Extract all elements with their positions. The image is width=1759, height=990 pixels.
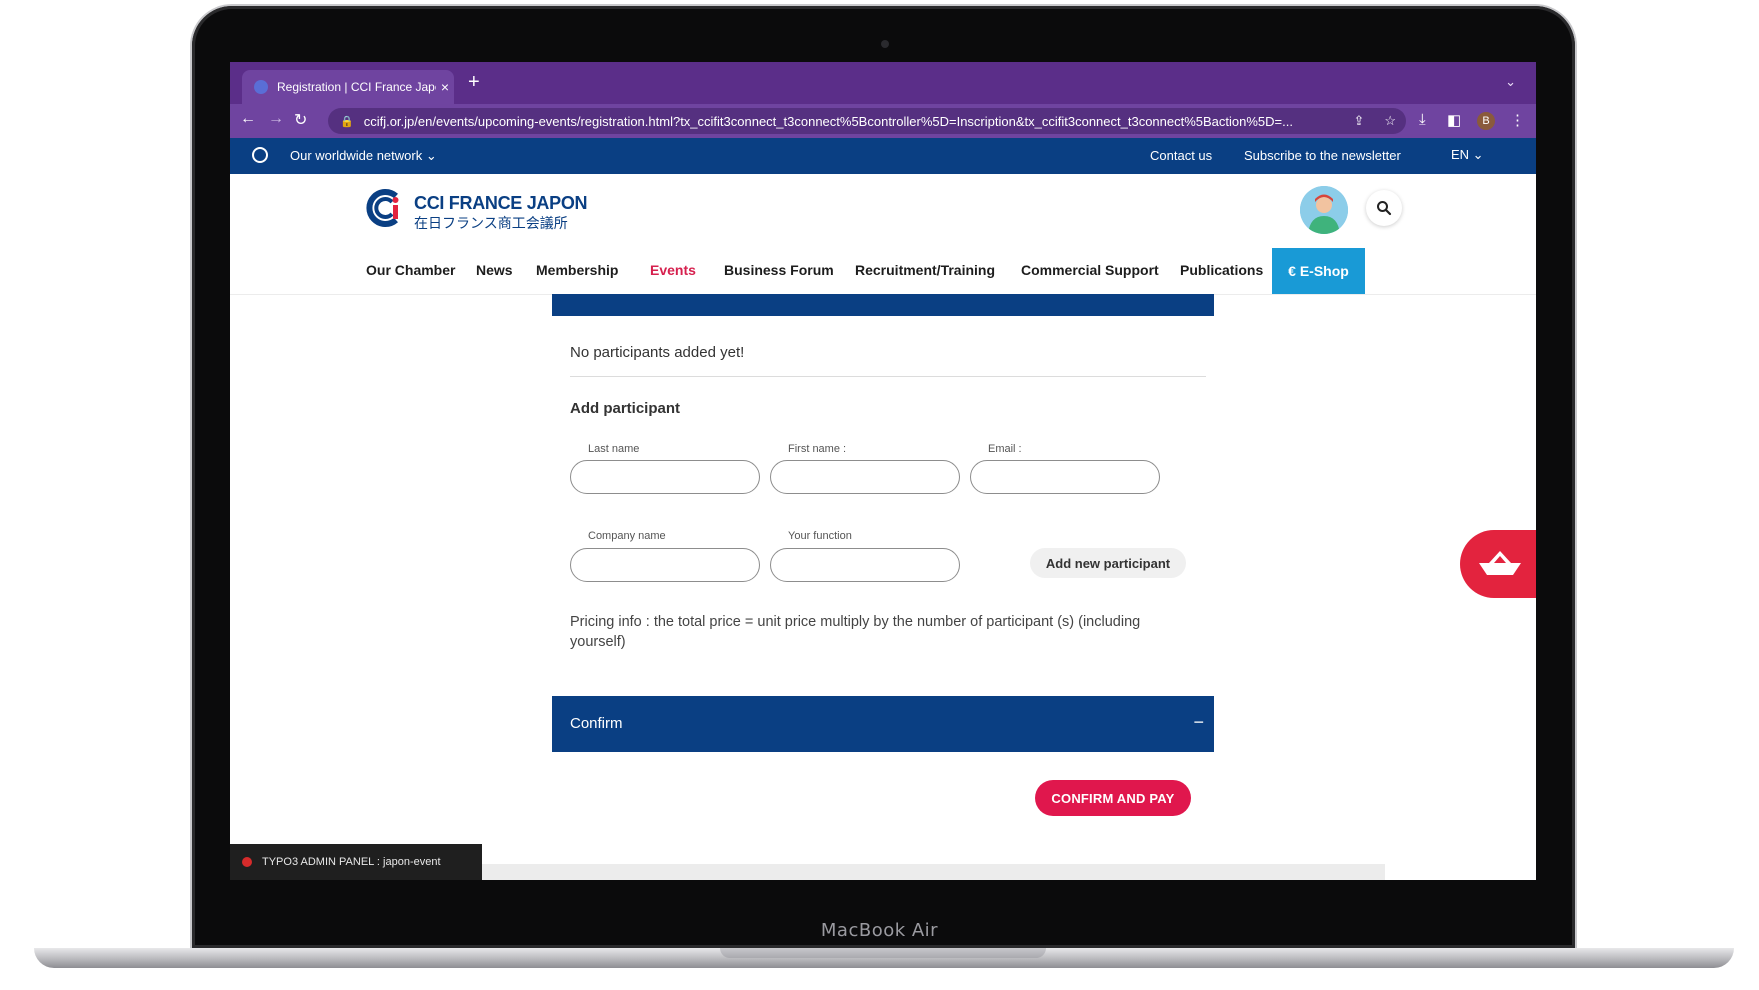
confirm-title: Confirm: [570, 715, 623, 732]
typo3-admin-label: TYPO3 ADMIN PANEL : japon-event: [262, 856, 441, 868]
bookmark-star-icon[interactable]: ☆: [1384, 113, 1396, 129]
utility-bar: Our worldwide network ⌄ Contact us Subsc…: [230, 138, 1536, 174]
confirm-and-pay-button[interactable]: CONFIRM AND PAY: [1035, 780, 1191, 816]
tab-search-icon[interactable]: ⌄: [1505, 74, 1516, 90]
new-tab-icon[interactable]: +: [468, 71, 480, 94]
last-name-input[interactable]: [570, 460, 760, 494]
download-icon[interactable]: ⤓: [1419, 111, 1426, 128]
no-participants-message: No participants added yet!: [570, 344, 745, 361]
email-label: Email :: [988, 443, 1022, 455]
nav-business-forum[interactable]: Business Forum: [724, 262, 834, 278]
user-avatar[interactable]: [1300, 186, 1348, 234]
tab-title: Registration | CCI France Japo: [277, 80, 436, 94]
add-participant-title: Add participant: [570, 400, 681, 417]
reload-icon[interactable]: ↻: [294, 110, 307, 130]
side-panel-icon[interactable]: ◧: [1447, 111, 1461, 129]
participants-section-header: [552, 294, 1214, 316]
worldwide-network-dropdown[interactable]: Our worldwide network ⌄: [290, 148, 437, 164]
boat-widget-button[interactable]: [1460, 530, 1536, 598]
person-icon: [1300, 186, 1348, 234]
nav-news[interactable]: News: [476, 262, 513, 278]
logo-text[interactable]: CCI FRANCE JAPON: [414, 193, 588, 214]
browser-toolbar: ← → ↻ 🔒 ccifj.or.jp/en/events/upcoming-e…: [230, 104, 1536, 138]
favicon-icon: [254, 80, 268, 94]
function-input[interactable]: [770, 548, 960, 582]
typo3-admin-panel[interactable]: TYPO3 ADMIN PANEL : japon-event: [230, 844, 482, 880]
search-icon: [1377, 201, 1392, 216]
company-name-label: Company name: [588, 530, 666, 542]
site-header: CCI FRANCE JAPON 在日フランス商工会議所: [230, 174, 1536, 246]
nav-recruitment-training[interactable]: Recruitment/Training: [855, 262, 995, 278]
footer-strip: [482, 864, 1385, 880]
eshop-button[interactable]: € E-Shop: [1272, 248, 1365, 294]
cci-logo-icon[interactable]: [366, 188, 406, 228]
nav-events[interactable]: Events: [650, 262, 696, 278]
logo-subtext: 在日フランス商工会議所: [414, 215, 568, 231]
newsletter-link[interactable]: Subscribe to the newsletter: [1244, 148, 1401, 163]
address-bar[interactable]: 🔒 ccifj.or.jp/en/events/upcoming-events/…: [328, 108, 1406, 134]
pricing-info: Pricing info : the total price = unit pr…: [570, 614, 1141, 650]
browser-tab[interactable]: Registration | CCI France Japo ×: [242, 70, 454, 104]
contact-link[interactable]: Contact us: [1150, 148, 1212, 163]
language-dropdown[interactable]: EN ⌄: [1451, 147, 1484, 163]
first-name-input[interactable]: [770, 460, 960, 494]
main-nav: Our Chamber News Membership Events Busin…: [230, 246, 1536, 295]
nav-commercial-support[interactable]: Commercial Support: [1021, 262, 1159, 278]
search-button[interactable]: [1366, 190, 1402, 226]
globe-icon: [252, 147, 268, 163]
tab-close-icon[interactable]: ×: [436, 79, 454, 95]
laptop-notch: [720, 948, 1046, 958]
nav-our-chamber[interactable]: Our Chamber: [366, 262, 455, 278]
first-name-label: First name :: [788, 443, 847, 455]
more-menu-icon[interactable]: ⋮: [1510, 111, 1525, 129]
nav-publications[interactable]: Publications: [1180, 262, 1263, 278]
back-icon[interactable]: ←: [240, 110, 256, 128]
screen: Registration | CCI France Japo × + ⌄ ← →…: [230, 62, 1536, 880]
company-name-input[interactable]: [570, 548, 760, 582]
url-text: ccifj.or.jp/en/events/upcoming-events/re…: [363, 113, 1293, 129]
add-new-participant-button[interactable]: Add new participant: [1030, 548, 1186, 578]
collapse-icon[interactable]: −: [1193, 712, 1204, 733]
forward-icon[interactable]: →: [268, 110, 284, 128]
email-input[interactable]: [970, 460, 1160, 494]
last-name-label: Last name: [588, 443, 640, 455]
nav-membership[interactable]: Membership: [536, 262, 618, 278]
browser-tab-bar: Registration | CCI France Japo × + ⌄: [230, 62, 1536, 104]
share-icon[interactable]: ⇪: [1353, 113, 1364, 129]
device-label: MacBook Air: [820, 920, 939, 941]
lock-icon: 🔒: [340, 115, 354, 128]
camera-icon: [881, 40, 889, 48]
profile-avatar[interactable]: B: [1477, 112, 1495, 130]
confirm-section-header[interactable]: Confirm −: [552, 696, 1214, 752]
divider: [570, 376, 1206, 377]
paper-boat-icon: [1479, 551, 1521, 575]
typo3-icon: [242, 857, 252, 867]
function-label: Your function: [788, 530, 852, 542]
